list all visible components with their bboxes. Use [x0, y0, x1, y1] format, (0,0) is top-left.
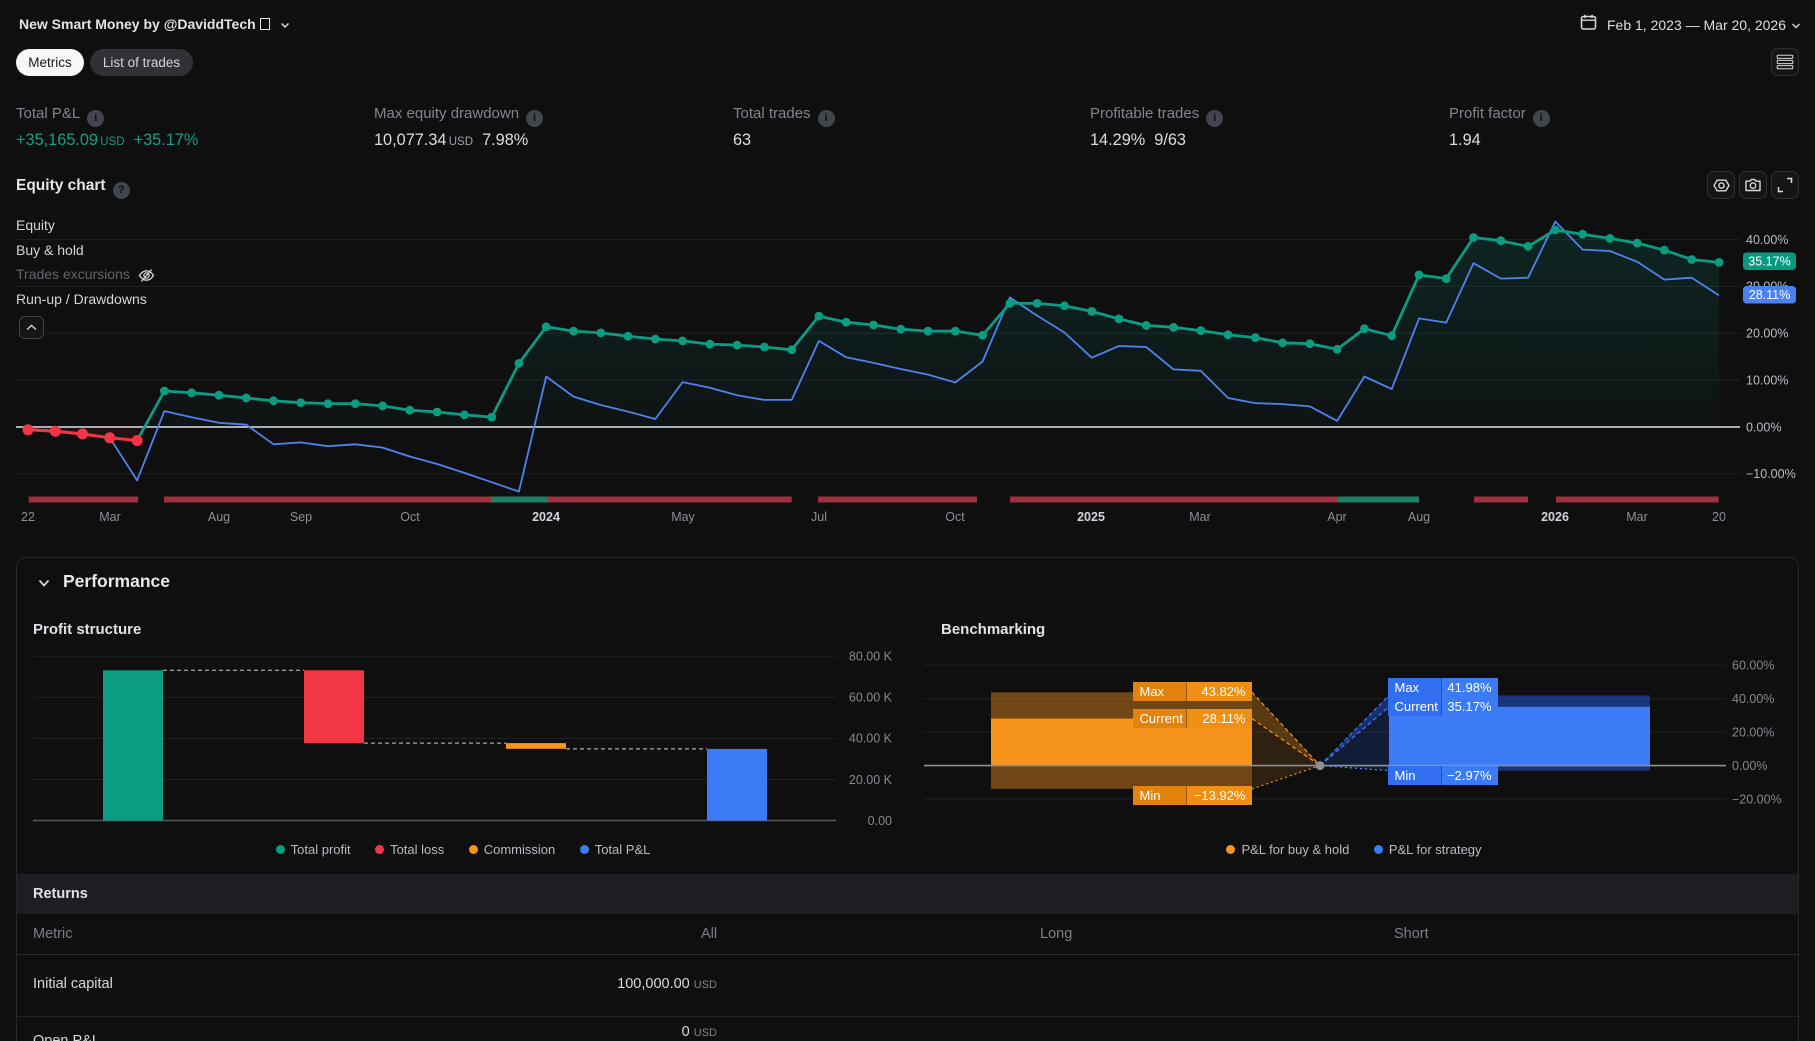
svg-text:20.00%: 20.00%	[1732, 726, 1774, 740]
svg-text:0.00%: 0.00%	[1732, 759, 1767, 773]
svg-text:−20.00%: −20.00%	[1732, 792, 1782, 806]
svg-text:40.00%: 40.00%	[1732, 692, 1774, 706]
svg-text:60.00%: 60.00%	[1732, 659, 1774, 673]
